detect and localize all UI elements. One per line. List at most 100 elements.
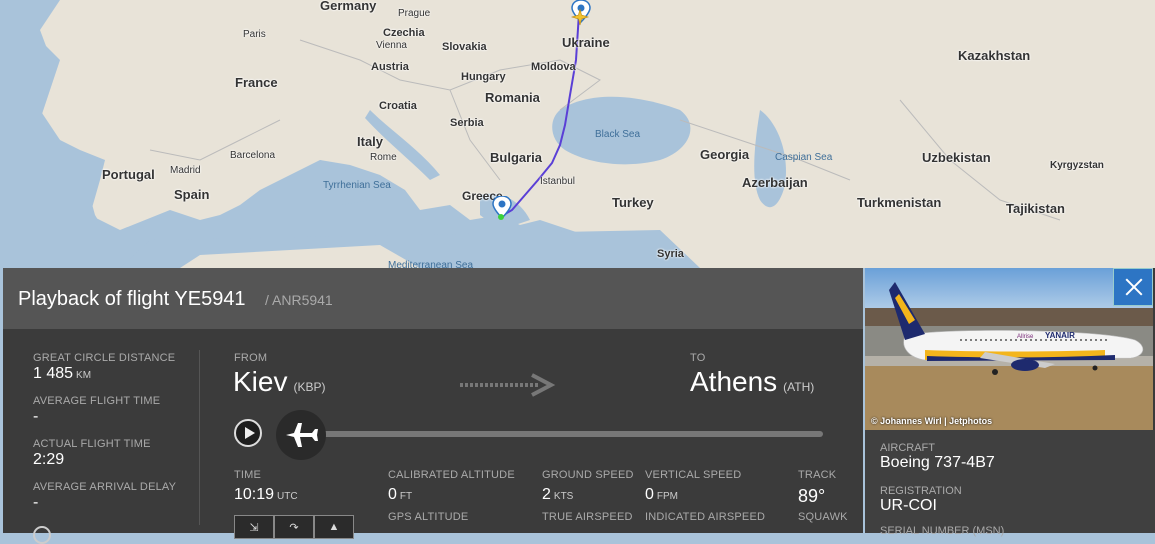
map-label-vienna: Vienna — [376, 40, 407, 51]
map-label-slovakia: Slovakia — [442, 41, 487, 53]
map-label-kyrgyzstan: Kyrgyzstan — [1050, 160, 1104, 171]
map-label-syria: Syria — [657, 248, 684, 260]
tool-collapse-icon: ⇲ — [249, 521, 259, 534]
flight-callsign: / ANR5941 — [265, 292, 333, 308]
stat-value-actual-flight-time: 2:29 — [33, 451, 65, 468]
track-label: TRACK — [798, 469, 837, 481]
map-label-azerbaijan: Azerbaijan — [742, 175, 808, 190]
vertical-speed-label: VERTICAL SPEED — [645, 469, 742, 481]
map-label-austria: Austria — [371, 61, 409, 73]
map-label-spain: Spain — [174, 187, 210, 202]
vertical-speed-unit: FPM — [656, 491, 679, 502]
svg-text:Allrise: Allrise — [1017, 334, 1034, 340]
playback-slider[interactable] — [313, 431, 823, 437]
playback-tools: ⇲ ↷ ▲ — [234, 515, 358, 539]
route-button[interactable]: ↷ — [274, 515, 314, 539]
map-label-turkey: Turkey — [612, 195, 654, 210]
map-label-ukraine: Ukraine — [562, 35, 610, 50]
calibrated-altitude-value: 0 FT — [388, 486, 412, 504]
play-button[interactable] — [234, 419, 262, 447]
current-position-dot — [498, 214, 504, 220]
map-label-france: France — [235, 75, 278, 90]
tool-route-icon: ↷ — [289, 521, 299, 534]
ground-speed-label: GROUND SPEED — [542, 469, 634, 481]
map-label-turkmenistan: Turkmenistan — [857, 195, 942, 210]
aircraft-info: AIRCRAFT Boeing 737-4B7 REGISTRATION UR-… — [865, 430, 1155, 537]
time-number: 10:19 — [234, 486, 275, 503]
map-label-georgia: Georgia — [700, 147, 750, 162]
panel-header: Playback of flight YE5941 / ANR5941 — [3, 268, 863, 329]
stat-label-distance: GREAT CIRCLE DISTANCE — [33, 352, 176, 364]
map-label-czechia: Czechia — [383, 27, 425, 39]
from-city: Kiev (KBP) — [233, 366, 325, 398]
stat-label-avg-flight-time: AVERAGE FLIGHT TIME — [33, 395, 161, 407]
stat-label-avg-arrival-delay: AVERAGE ARRIVAL DELAY — [33, 481, 177, 493]
serial-number-label: SERIAL NUMBER (MSN) — [880, 525, 1005, 537]
true-airspeed-label: TRUE AIRSPEED — [542, 511, 633, 523]
airplane-icon — [286, 423, 318, 447]
panel-divider — [199, 350, 200, 525]
stat-value-avg-flight-time: - — [33, 408, 39, 425]
map-label-istanbul: Istanbul — [540, 176, 576, 187]
ground-speed-value: 2 KTS — [542, 486, 573, 504]
stat-label-actual-flight-time: ACTUAL FLIGHT TIME — [33, 438, 151, 450]
ground-speed-number: 2 — [542, 486, 551, 503]
registration-label: REGISTRATION — [880, 485, 962, 497]
gps-altitude-label: GPS ALTITUDE — [388, 511, 469, 523]
calibrated-altitude-unit: FT — [399, 491, 413, 502]
svg-text:YANAIR: YANAIR — [1045, 331, 1075, 340]
distance-value: 1 485 — [33, 365, 74, 382]
tool-chart-icon: ▲ — [328, 521, 340, 533]
vertical-speed-value: 0 FPM — [645, 486, 678, 504]
map-label-germany: Germany — [320, 0, 377, 13]
from-label: FROM — [234, 352, 268, 364]
stat-value-distance: 1 485 KM — [33, 365, 91, 383]
playback-handle[interactable] — [276, 410, 326, 460]
flight-title: Playback of flight YE5941 — [18, 288, 246, 310]
aircraft-label: AIRCRAFT — [880, 442, 935, 454]
map-label-kazakhstan: Kazakhstan — [958, 48, 1031, 63]
map-label-rome: Rome — [370, 152, 397, 163]
to-label: TO — [690, 352, 706, 364]
map-label-uzbekistan: Uzbekistan — [922, 150, 991, 165]
time-label: TIME — [234, 469, 262, 481]
map-label-hungary: Hungary — [461, 71, 506, 83]
to-airport-code: (ATH) — [783, 380, 815, 394]
to-city-name: Athens — [690, 366, 778, 397]
stat-value-avg-arrival-delay: - — [33, 494, 39, 511]
track-value: 89° — [798, 486, 826, 506]
indicated-airspeed-label: INDICATED AIRSPEED — [645, 511, 766, 523]
registration-value: UR-COI — [880, 497, 937, 514]
time-unit: UTC — [277, 491, 298, 502]
ground-speed-unit: KTS — [553, 491, 574, 502]
map-label-barcelona: Barcelona — [230, 150, 276, 161]
map-label-bulgaria: Bulgaria — [490, 150, 543, 165]
aircraft-photo-image: YANAIR Allrise — [865, 268, 1153, 430]
chart-button[interactable]: ▲ — [314, 515, 354, 539]
map-label-paris: Paris — [243, 29, 266, 40]
map-label-moldova: Moldova — [531, 61, 576, 73]
info-icon[interactable] — [33, 526, 51, 544]
aircraft-value: Boeing 737-4B7 — [880, 454, 995, 471]
photo-credit[interactable]: © Johannes Wirl | Jetphotos — [871, 416, 992, 426]
close-button[interactable] — [1113, 268, 1153, 306]
vertical-speed-number: 0 — [645, 486, 654, 503]
aircraft-panel: YANAIR Allrise © Johannes Wirl | Jetphot… — [865, 268, 1155, 537]
from-city-name: Kiev — [233, 366, 288, 397]
to-city: Athens (ATH) — [690, 366, 814, 398]
aircraft-photo[interactable]: YANAIR Allrise © Johannes Wirl | Jetphot… — [865, 268, 1153, 430]
map-label-caspian-sea: Caspian Sea — [775, 152, 833, 163]
map-label-croatia: Croatia — [379, 100, 417, 112]
map-label-italy: Italy — [357, 134, 384, 149]
arrow-right-icon — [460, 373, 556, 397]
map-label-tyrrhenian-sea: Tyrrhenian Sea — [323, 180, 391, 191]
map-label-tajikistan: Tajikistan — [1006, 201, 1066, 216]
calibrated-altitude-number: 0 — [388, 486, 397, 503]
map-label-portugal: Portugal — [102, 167, 155, 182]
distance-unit: KM — [76, 370, 92, 381]
map-label-romania: Romania — [485, 90, 540, 105]
collapse-button[interactable]: ⇲ — [234, 515, 274, 539]
map-label-black-sea: Black Sea — [595, 129, 641, 140]
airplane-icon[interactable] — [570, 7, 590, 27]
flight-playback-panel: Playback of flight YE5941 / ANR5941 GREA… — [3, 268, 863, 544]
